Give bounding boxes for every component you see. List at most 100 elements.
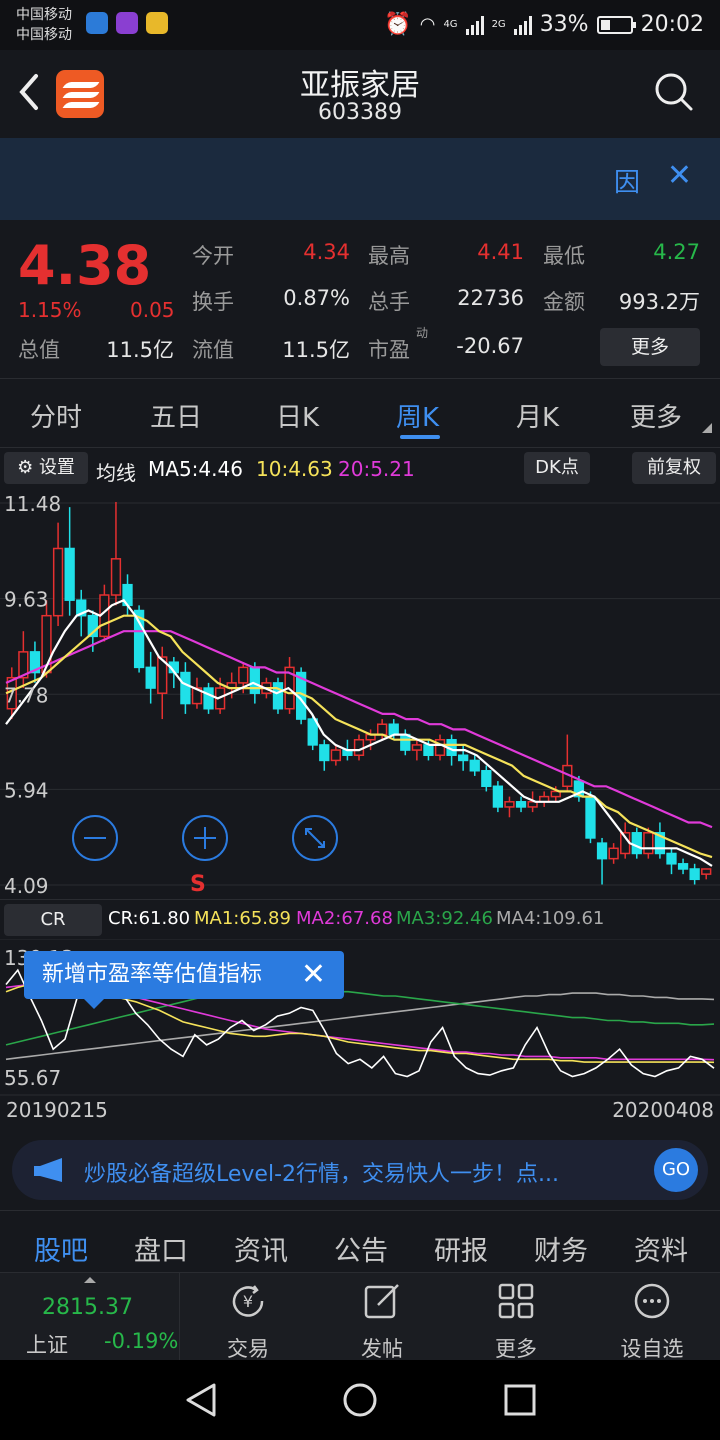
candle (458, 744, 469, 771)
close-icon[interactable]: ✕ (301, 951, 326, 999)
pe-superscript: 动 (416, 326, 429, 340)
adjust-button[interactable]: 前复权 (632, 452, 716, 484)
pe-label: 市盈 (368, 338, 410, 362)
signal-icon (465, 15, 484, 35)
notification-icons (86, 12, 168, 34)
cr-ma1: MA1:65.89 (194, 908, 291, 929)
candle (515, 796, 527, 813)
tab-finance[interactable]: 财务 (534, 1229, 588, 1268)
tab-orderbook[interactable]: 盘口 (134, 1229, 188, 1268)
more-triangle-icon (702, 423, 712, 433)
y-tick-label: 5.94 (4, 778, 49, 802)
valuation-tooltip[interactable]: 新增市盈率等估值指标 ✕ (24, 951, 344, 1009)
candle (654, 822, 666, 859)
tab-five-day[interactable]: 五日 (150, 397, 202, 434)
network-4g: 4G (443, 19, 458, 30)
tab-monthly-k[interactable]: 月K (516, 397, 559, 434)
nav-trade[interactable]: ¥ 交易 (198, 1281, 298, 1363)
tab-news[interactable]: 资讯 (234, 1229, 288, 1268)
y-tick-label: 7.78 (4, 683, 49, 707)
more-button[interactable]: 更多 (600, 328, 700, 366)
signal-2-icon (513, 15, 532, 35)
network-2g: 2G (491, 19, 506, 30)
candle (400, 729, 411, 756)
tab-forum[interactable]: 股吧 (34, 1229, 88, 1268)
candle (562, 734, 573, 792)
candle (284, 657, 295, 714)
index-value: 2815.37 (42, 1295, 133, 1320)
search-icon[interactable] (654, 72, 694, 112)
candle (191, 677, 203, 709)
open-value: 4.34 (303, 240, 350, 264)
change-percent: 1.15% (18, 298, 82, 322)
tab-profile[interactable]: 资料 (634, 1229, 688, 1268)
change-amount: 0.05 (130, 298, 175, 322)
date-axis: 20190215 20200408 (0, 1096, 720, 1126)
zoom-in-button[interactable] (182, 815, 228, 861)
nav-bar: 亚振家居 603389 (0, 50, 720, 138)
candle (145, 651, 156, 704)
amount-label: 金额 (543, 290, 585, 314)
tab-research[interactable]: 研报 (434, 1229, 488, 1268)
settings-label: 设置 (38, 457, 75, 478)
date-end: 20200408 (612, 1098, 714, 1122)
candle (203, 682, 214, 714)
stock-name: 亚振家居 (300, 68, 420, 103)
cr-value: CR:61.80 (108, 908, 191, 929)
tab-announcements[interactable]: 公告 (334, 1229, 388, 1268)
gear-icon: ⚙ (17, 457, 34, 478)
candle (504, 796, 515, 818)
candle (353, 734, 365, 761)
ma-bar: ⚙ 设置 均线 MA5:4.46 10:4.63 20:5.21 DK点 前复权 (0, 449, 720, 489)
quote-panel: 4.38 1.15% 0.05 今开 4.34 最高 4.41 最低 4.27 … (0, 220, 720, 378)
nav-add-watchlist-label: 设自选 (620, 1337, 684, 1361)
candle (330, 744, 342, 766)
yuan-icon: ¥ (232, 1285, 264, 1317)
dk-point-button[interactable]: DK点 (524, 452, 590, 484)
zoom-out-button[interactable] (72, 815, 118, 861)
kline-chart[interactable]: 11.48 9.63 7.78 5.94 4.09 S (0, 489, 720, 899)
candle (631, 827, 642, 859)
candle (411, 739, 423, 761)
tab-more[interactable]: 更多 (630, 397, 682, 434)
candle (434, 734, 446, 761)
recents-square-icon[interactable] (502, 1382, 538, 1418)
promo-banner[interactable]: 炒股必备超级Level-2行情，交易快人一步！点... GO (12, 1140, 708, 1200)
nav-add-watchlist[interactable]: 设自选 (602, 1281, 702, 1363)
mktcap-value: 11.5亿 (106, 338, 174, 362)
cr-series-line (5, 992, 715, 1061)
battery-icon (596, 15, 636, 34)
close-icon[interactable]: ✕ (667, 158, 692, 193)
tab-daily-k[interactable]: 日K (276, 397, 319, 434)
candle (52, 522, 64, 627)
tab-intraday[interactable]: 分时 (30, 397, 82, 434)
back-triangle-icon[interactable] (184, 1382, 218, 1418)
open-label: 今开 (192, 244, 234, 268)
index-ticker[interactable]: 2815.37 上证 -0.19% (0, 1273, 180, 1361)
fullscreen-button[interactable] (292, 815, 338, 861)
carrier-2: 中国移动 (16, 27, 72, 43)
settings-button[interactable]: ⚙ 设置 (4, 452, 88, 484)
status-bar: 中国移动 中国移动 ⏰ ◠ 4G 2G 33% 20:02 (0, 0, 720, 50)
go-button[interactable]: GO (654, 1148, 698, 1192)
low-value: 4.27 (653, 240, 700, 264)
promo-text: 炒股必备超级Level-2行情，交易快人一步！点... (84, 1162, 559, 1187)
indicator-tab-cr[interactable]: CR (4, 904, 102, 936)
nav-more[interactable]: 更多 (466, 1281, 566, 1363)
more-dots-icon (634, 1283, 670, 1319)
volume-value: 22736 (457, 286, 524, 310)
nav-post[interactable]: 发帖 (332, 1281, 432, 1363)
date-start: 20190215 (6, 1098, 108, 1122)
candle (110, 501, 122, 606)
tab-weekly-k[interactable]: 周K (396, 397, 439, 434)
stock-code: 603389 (318, 100, 402, 125)
nav-more-label: 更多 (495, 1337, 537, 1361)
svg-text:¥: ¥ (243, 1292, 253, 1311)
clock: 20:02 (640, 12, 704, 37)
home-circle-icon[interactable] (342, 1382, 378, 1418)
cr-ma2: MA2:67.68 (296, 908, 393, 929)
ad-banner[interactable]: 因 ✕ (0, 138, 720, 220)
candle (469, 755, 480, 776)
grid-icon (498, 1283, 534, 1319)
y-tick-label: 11.48 (4, 492, 61, 516)
